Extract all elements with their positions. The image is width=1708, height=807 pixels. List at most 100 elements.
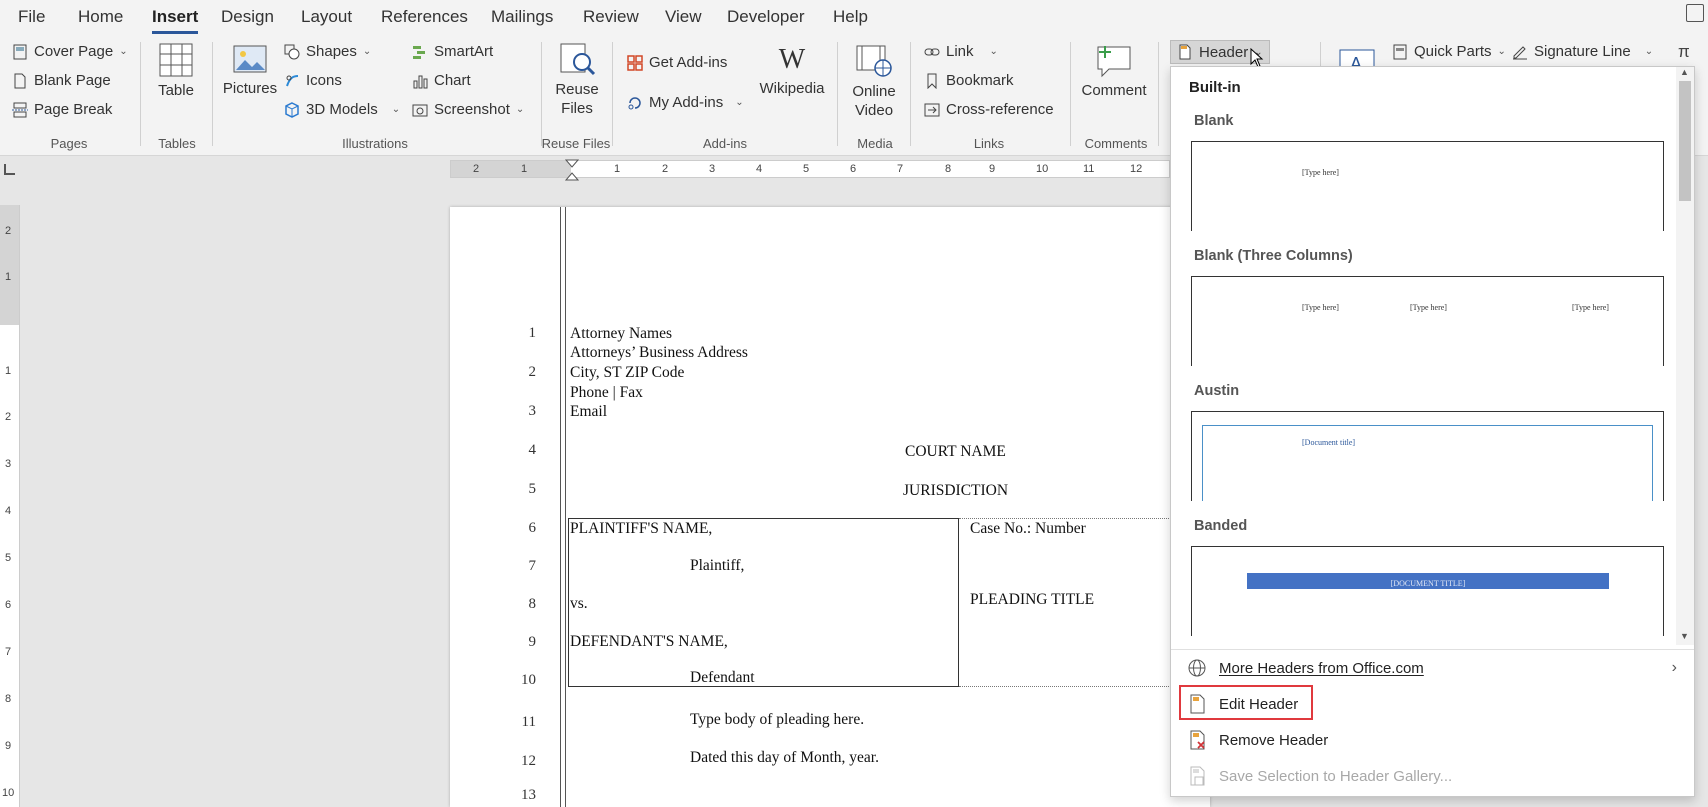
tab-design[interactable]: Design: [221, 7, 274, 27]
gallery-item-austin[interactable]: [Document title]: [1191, 411, 1664, 501]
equation-icon[interactable]: π: [1678, 42, 1690, 62]
group-separator: [140, 42, 141, 146]
document-page[interactable]: 1 2 3 4 5 6 7 8 9 10 11 12 13 Attorney N…: [450, 207, 1219, 807]
quick-parts-button[interactable]: Quick Parts ⌄: [1392, 43, 1506, 60]
blank-page-icon: [14, 73, 26, 88]
more-headers-item[interactable]: More Headers from Office.com ›: [1187, 653, 1677, 683]
caption-table-left: [568, 518, 959, 687]
table-button[interactable]: Table: [155, 42, 197, 99]
attorney-email[interactable]: Email: [570, 403, 607, 421]
page-break-label: Page Break: [34, 101, 113, 118]
smartart-label: SmartArt: [434, 43, 494, 60]
versus[interactable]: vs.: [570, 595, 588, 613]
shapes-button[interactable]: Shapes ⌄: [284, 43, 371, 60]
tab-selector-icon[interactable]: [4, 164, 15, 175]
cross-reference-button[interactable]: Cross-reference: [924, 101, 1054, 118]
remove-header-label: Remove Header: [1219, 731, 1329, 749]
plaintiff-label[interactable]: Plaintiff,: [690, 557, 744, 575]
defendant-name[interactable]: DEFENDANT'S NAME,: [570, 633, 728, 651]
placeholder-text: [Document title]: [1302, 438, 1356, 447]
cover-page-label: Cover Page: [34, 43, 114, 60]
online-video-button[interactable]: Online Video: [846, 44, 902, 120]
shapes-icon: [284, 44, 300, 59]
pictures-button[interactable]: Pictures: [222, 44, 278, 97]
attorney-address[interactable]: Attorneys’ Business Address: [570, 344, 748, 362]
ruler-tick: 9: [5, 740, 12, 752]
3d-models-label: 3D Models: [306, 101, 378, 118]
cover-page-button[interactable]: Cover Page ⌄: [12, 43, 128, 60]
placeholder-text: [Type here]: [1302, 168, 1339, 177]
line-number: 2: [528, 364, 537, 380]
page-break-button[interactable]: Page Break: [12, 101, 112, 118]
screenshot-button[interactable]: Screenshot ⌄: [412, 101, 524, 118]
gallery-item-blank-three-columns[interactable]: [Type here] [Type here] [Type here]: [1191, 276, 1664, 366]
gallery-title-austin: Austin: [1194, 383, 1240, 399]
gallery-scrollbar[interactable]: ▲ ▼: [1676, 67, 1694, 645]
store-icon: [627, 54, 643, 71]
tab-view[interactable]: View: [665, 7, 702, 27]
indent-marker-icon[interactable]: [565, 159, 579, 181]
gallery-item-blank[interactable]: [Type here]: [1191, 141, 1664, 231]
horizontal-ruler[interactable]: 2 1 1 2 3 4 5 6 7 8 9 10 11 12: [450, 159, 1170, 181]
smartart-button[interactable]: SmartArt: [412, 43, 493, 60]
my-addins-button[interactable]: My Add-ins ⌄: [627, 94, 744, 111]
case-number[interactable]: Case No.: Number: [970, 520, 1086, 538]
ruler-tick: 10: [2, 787, 15, 799]
ruler-tick: 5: [803, 163, 810, 175]
line-number: 6: [528, 520, 537, 536]
reuse-files-button[interactable]: Reuse Files: [550, 42, 604, 118]
shapes-label: Shapes: [306, 43, 357, 60]
court-name[interactable]: COURT NAME: [905, 443, 1006, 461]
remove-header-item[interactable]: Remove Header: [1187, 725, 1677, 755]
dated-text[interactable]: Dated this day of Month, year.: [690, 749, 879, 767]
link-button[interactable]: Link ⌄: [924, 43, 998, 60]
body-text[interactable]: Type body of pleading here.: [690, 711, 864, 729]
table-icon: [159, 43, 193, 77]
bookmark-button[interactable]: Bookmark: [924, 72, 1014, 89]
ruler-tick: 4: [756, 163, 763, 175]
tab-file[interactable]: File: [18, 7, 45, 27]
scroll-down-icon[interactable]: ▼: [1680, 631, 1689, 641]
gallery-item-banded[interactable]: [DOCUMENT TITLE]: [1191, 546, 1664, 636]
wikipedia-button[interactable]: W Wikipedia: [756, 44, 828, 97]
attorney-phone[interactable]: Phone | Fax: [570, 384, 643, 402]
tab-home[interactable]: Home: [78, 7, 123, 27]
menu-separator: [1171, 649, 1694, 650]
smartart-icon: [413, 45, 425, 59]
pleading-title[interactable]: PLEADING TITLE: [970, 591, 1094, 609]
save-selection-item[interactable]: Save Selection to Header Gallery...: [1187, 761, 1677, 791]
3d-models-button[interactable]: 3D Models ⌄: [284, 101, 400, 118]
signature-line-button[interactable]: Signature Line ⌄: [1512, 43, 1653, 60]
get-addins-button[interactable]: Get Add-ins: [627, 54, 727, 71]
page-break-icon: [12, 102, 28, 117]
group-pages-label: Pages: [50, 136, 88, 151]
tab-references[interactable]: References: [381, 7, 468, 27]
chart-button[interactable]: Chart: [412, 72, 471, 89]
scrollbar-thumb[interactable]: [1679, 81, 1691, 201]
tab-help[interactable]: Help: [833, 7, 868, 27]
defendant-label[interactable]: Defendant: [690, 669, 755, 687]
line-number: 11: [521, 714, 536, 730]
scroll-up-icon[interactable]: ▲: [1680, 67, 1689, 77]
plaintiff-name[interactable]: PLAINTIFF'S NAME,: [570, 520, 712, 538]
group-illustrations-label: Illustrations: [342, 136, 408, 151]
online-video-label: Online Video: [852, 83, 896, 119]
tab-insert[interactable]: Insert: [152, 7, 199, 34]
attorney-city[interactable]: City, ST ZIP Code: [570, 364, 684, 382]
group-separator: [541, 42, 542, 146]
share-icon[interactable]: [1686, 4, 1704, 22]
icons-button[interactable]: Icons: [284, 72, 342, 89]
quick-parts-label: Quick Parts: [1414, 43, 1492, 60]
ruler-tick: 4: [5, 505, 12, 517]
group-separator: [212, 42, 213, 146]
tab-mailings[interactable]: Mailings: [491, 7, 553, 27]
vertical-ruler[interactable]: 2 1 1 2 3 4 5 6 7 8 9 10: [0, 205, 20, 807]
comment-button[interactable]: Comment: [1078, 44, 1150, 99]
blank-page-button[interactable]: Blank Page: [12, 72, 111, 89]
attorney-names[interactable]: Attorney Names: [570, 325, 672, 343]
jurisdiction[interactable]: JURISDICTION: [903, 482, 1008, 500]
tab-layout[interactable]: Layout: [301, 7, 352, 27]
tab-review[interactable]: Review: [583, 7, 639, 27]
blank-page-label: Blank Page: [34, 72, 111, 89]
tab-developer[interactable]: Developer: [727, 7, 805, 27]
